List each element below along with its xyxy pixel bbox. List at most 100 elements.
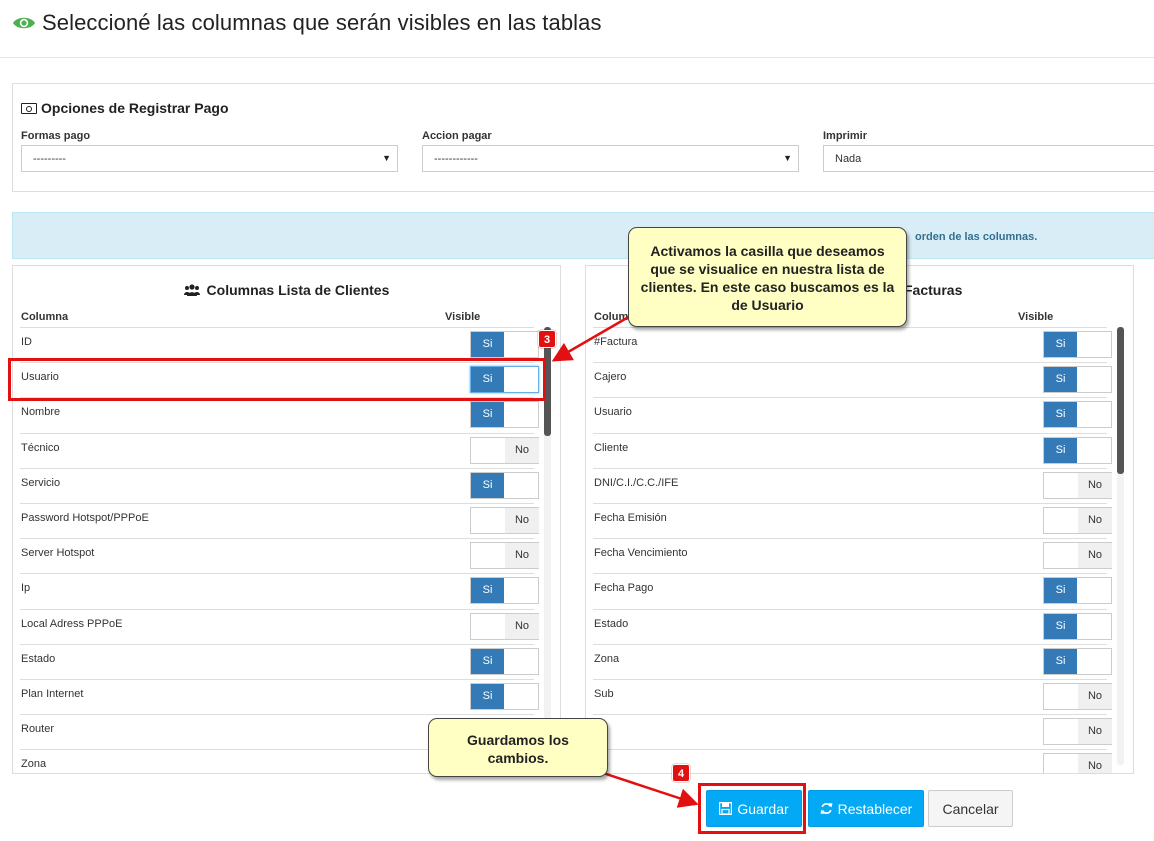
toggle-off-label: No [505, 507, 539, 533]
visibility-toggle[interactable]: Si [1043, 612, 1112, 640]
visibility-toggle[interactable]: Si [470, 682, 539, 710]
visibility-toggle[interactable]: Si [1043, 647, 1112, 675]
toggle-off-label: No [1078, 472, 1112, 498]
visibility-toggle[interactable]: No [470, 436, 539, 464]
visibility-toggle[interactable]: No [1043, 542, 1112, 570]
visibility-toggle[interactable]: No [1043, 506, 1112, 534]
toggle-on-label: Si [1044, 578, 1077, 604]
facturas-visible-header: Visible [1018, 311, 1054, 323]
caret-down-icon: ▼ [783, 153, 792, 163]
visibility-toggle[interactable]: No [470, 542, 539, 570]
visibility-toggle[interactable]: Si [470, 331, 539, 358]
caret-down-icon: ▼ [382, 153, 391, 163]
facturas-scroll-thumb[interactable] [1117, 327, 1124, 474]
toggle-knob [1044, 472, 1077, 498]
toggle-on-label: Si [471, 332, 504, 357]
clientes-columns-panel: Columnas Lista de Clientes Columna Visib… [12, 265, 561, 774]
visibility-toggle[interactable]: No [1043, 753, 1112, 773]
visibility-toggle[interactable]: Si [1043, 366, 1112, 394]
visibility-toggle[interactable]: Si [470, 471, 539, 499]
toggle-knob [1044, 507, 1077, 533]
column-name: Server Hotspot [21, 547, 95, 560]
callout-save-changes: Guardamos los cambios. [428, 718, 608, 777]
column-name: Ip [21, 582, 31, 595]
visibility-toggle[interactable]: Si [1043, 401, 1112, 429]
column-name: Password Hotspot/PPPoE [21, 511, 149, 524]
toggle-on-label: Si [471, 683, 504, 709]
table-row: Usuario Si [593, 397, 1112, 432]
table-row: Server Hotspot No [20, 538, 539, 573]
visibility-toggle[interactable]: Si [1043, 577, 1112, 605]
column-name: Técnico [21, 441, 60, 454]
accion-pagar-label: Accion pagar [422, 130, 492, 142]
visibility-toggle[interactable]: No [1043, 682, 1112, 710]
formas-pago-value: --------- [33, 153, 66, 165]
toggle-knob [504, 648, 537, 674]
table-row: #Factura Si [593, 327, 1112, 362]
toggle-on-label: Si [471, 648, 504, 674]
facturas-panel-title: Facturas [904, 282, 963, 298]
toggle-on-label: Si [1044, 437, 1077, 463]
refresh-icon [820, 802, 833, 815]
toggle-knob [1077, 578, 1110, 604]
payment-options-panel: Opciones de Registrar Pago Formas pago -… [12, 83, 1154, 192]
column-name: ID [21, 336, 32, 348]
toggle-off-label: No [505, 437, 539, 463]
reset-button[interactable]: Restablecer [808, 790, 924, 827]
toggle-on-label: Si [471, 578, 504, 604]
step-4-badge: 4 [672, 764, 690, 782]
accion-pagar-select[interactable]: ------------ ▼ [422, 145, 799, 172]
cancel-button[interactable]: Cancelar [928, 790, 1013, 827]
column-name: Zona [594, 652, 620, 665]
toggle-off-label: No [1078, 683, 1112, 709]
toggle-knob [471, 437, 504, 463]
column-name: Sub [594, 687, 614, 700]
toggle-on-label: Si [471, 402, 504, 428]
toggle-knob [1077, 367, 1110, 393]
visibility-toggle[interactable]: Si [470, 401, 539, 429]
table-row: Nombre Si [20, 397, 539, 432]
visibility-toggle[interactable]: No [470, 506, 539, 534]
table-row: Sub No [593, 678, 1112, 714]
payment-options-title-text: Opciones de Registrar Pago [41, 100, 229, 116]
column-name: Zona [21, 758, 47, 771]
visibility-toggle[interactable]: No [470, 612, 539, 640]
reset-button-label: Restablecer [837, 800, 913, 817]
page-title: Seleccioné las columnas que serán visibl… [42, 10, 602, 35]
toggle-knob [471, 613, 504, 639]
column-name: Local Adress PPPoE [21, 617, 123, 630]
toggle-knob [504, 332, 537, 357]
column-name: Estado [594, 617, 629, 630]
table-row: Plan Internet Si [20, 678, 539, 714]
facturas-scrollbar[interactable] [1117, 327, 1124, 765]
table-row: Ip Si [20, 573, 539, 608]
visibility-toggle[interactable]: Si [1043, 331, 1112, 358]
facturas-col-header: Colum [594, 311, 629, 323]
toggle-on-label: Si [471, 472, 504, 498]
table-row: DNI/C.I./C.C./IFE No [593, 467, 1112, 503]
visibility-toggle[interactable]: Si [1043, 436, 1112, 464]
visibility-toggle[interactable]: Si [470, 577, 539, 605]
toggle-on-label: Si [1044, 402, 1077, 428]
table-row: Estado Si [593, 608, 1112, 644]
usuario-row-highlight [8, 358, 546, 401]
imprimir-value: Nada [835, 153, 862, 165]
visibility-toggle[interactable]: Si [470, 647, 539, 675]
imprimir-select[interactable]: Nada [823, 145, 1154, 172]
toggle-off-label: No [1078, 719, 1112, 745]
toggle-knob [1077, 332, 1110, 357]
facturas-columns-panel: Facturas Colum Visible #Factura Si Cajero S… [585, 265, 1134, 774]
column-name: Fecha Emisión [594, 511, 667, 524]
table-row: Local Adress PPPoE No [20, 608, 539, 644]
formas-pago-select[interactable]: --------- ▼ [21, 145, 398, 172]
visibility-toggle[interactable]: No [1043, 471, 1112, 499]
visibility-toggle[interactable]: No [1043, 718, 1112, 746]
toggle-off-label: No [505, 543, 539, 569]
toggle-knob [1077, 402, 1110, 428]
page-header: Seleccioné las columnas que serán visibl… [12, 10, 602, 36]
column-name: Cliente [594, 441, 629, 454]
toggle-knob [504, 472, 537, 498]
imprimir-label: Imprimir [823, 130, 868, 142]
toggle-on-label: Si [1044, 613, 1077, 639]
toggle-knob [1044, 543, 1077, 569]
